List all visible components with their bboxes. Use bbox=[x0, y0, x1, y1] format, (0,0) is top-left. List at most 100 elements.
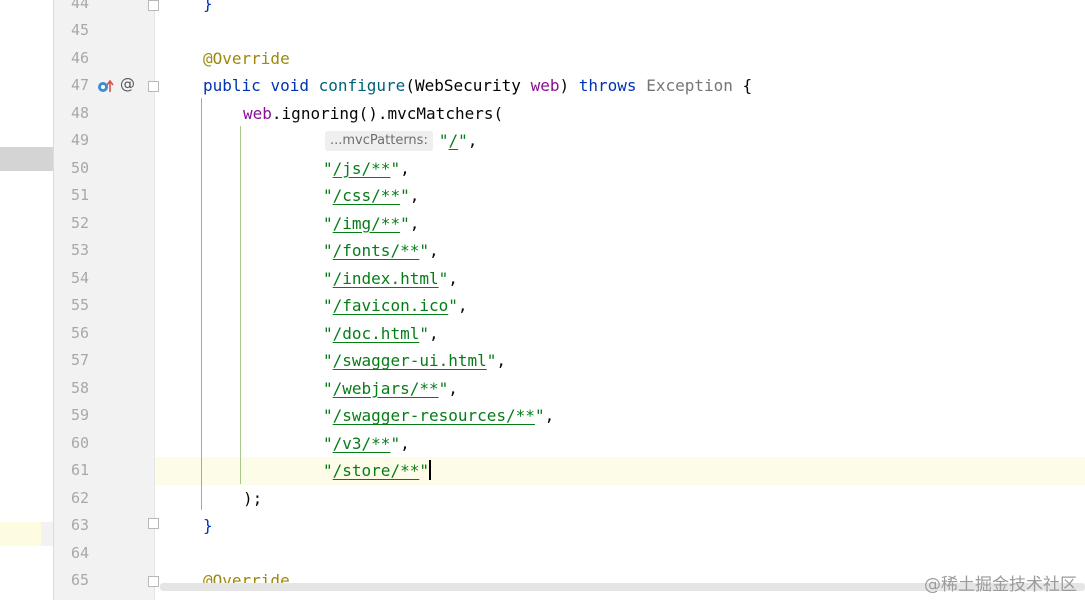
quote: " bbox=[323, 268, 333, 288]
line-number[interactable]: 49 bbox=[54, 127, 89, 155]
object-ref: web bbox=[243, 103, 272, 123]
quote: " bbox=[323, 158, 333, 178]
string-path: /css/** bbox=[332, 186, 401, 205]
line-number[interactable]: 47 bbox=[54, 72, 89, 100]
quote: " bbox=[323, 378, 333, 398]
paren: ) bbox=[559, 76, 570, 95]
line-number[interactable]: 53 bbox=[54, 237, 89, 265]
code-line[interactable]: web.ignoring().mvcMatchers( bbox=[243, 100, 503, 128]
project-tree-highlight bbox=[0, 522, 41, 546]
line-number[interactable]: 61 bbox=[54, 457, 89, 485]
line-number[interactable]: 50 bbox=[54, 155, 89, 183]
string-path: /webjars/** bbox=[332, 378, 439, 398]
line-number[interactable]: 63 bbox=[54, 512, 89, 540]
paren: ( bbox=[405, 76, 415, 95]
keyword-throws: throws bbox=[578, 76, 637, 95]
quote: " bbox=[323, 186, 333, 205]
param-name: web bbox=[530, 76, 560, 95]
comma: , bbox=[428, 241, 439, 260]
line-number[interactable]: 46 bbox=[54, 45, 89, 73]
line-number[interactable]: 55 bbox=[54, 292, 89, 320]
quote: " bbox=[323, 241, 333, 260]
current-line-highlight bbox=[155, 457, 1085, 485]
line-number[interactable]: 44 bbox=[54, 0, 89, 17]
indent-guide-call bbox=[240, 126, 241, 484]
paren: ( bbox=[493, 103, 504, 123]
fold-marker[interactable] bbox=[148, 576, 159, 587]
method-call: mvcMatchers bbox=[387, 103, 494, 123]
line-number[interactable]: 52 bbox=[54, 210, 89, 238]
code-line[interactable]: "/index.html", bbox=[323, 265, 458, 293]
comma: , bbox=[448, 268, 458, 288]
code-line[interactable]: @Override bbox=[203, 45, 290, 73]
opening-brace: { bbox=[742, 76, 753, 95]
code-line[interactable]: "/favicon.ico", bbox=[323, 292, 468, 320]
string-path: /img/** bbox=[332, 213, 401, 233]
comma: , bbox=[496, 351, 507, 370]
param-type: WebSecurity bbox=[414, 76, 521, 95]
code-line[interactable]: "/store/**" bbox=[323, 457, 431, 485]
keyword-public: public bbox=[203, 76, 261, 95]
code-line[interactable]: "/swagger-resources/**", bbox=[323, 402, 554, 430]
line-number[interactable]: 45 bbox=[54, 17, 89, 45]
string-path: / bbox=[448, 131, 459, 150]
line-number[interactable]: 59 bbox=[54, 402, 89, 430]
fold-marker[interactable] bbox=[148, 0, 159, 11]
string-path: /fonts/** bbox=[332, 241, 420, 260]
closing-brace: } bbox=[203, 516, 213, 535]
code-line[interactable]: "/v3/**", bbox=[323, 430, 410, 458]
parameter-hint: ...mvcPatterns: bbox=[325, 131, 433, 151]
at-annotation-icon[interactable]: @ bbox=[120, 76, 135, 92]
code-line[interactable]: } bbox=[203, 0, 213, 17]
code-line[interactable]: "/css/**", bbox=[323, 182, 419, 210]
quote: " bbox=[400, 213, 410, 233]
fold-marker[interactable] bbox=[148, 81, 159, 92]
comma: , bbox=[400, 158, 410, 178]
comma: , bbox=[544, 406, 555, 425]
code-line[interactable]: "/doc.html", bbox=[323, 320, 439, 348]
line-number[interactable]: 58 bbox=[54, 375, 89, 403]
line-number[interactable]: 48 bbox=[54, 100, 89, 128]
line-number[interactable]: 60 bbox=[54, 430, 89, 458]
fold-marker[interactable] bbox=[148, 518, 159, 529]
comma: , bbox=[457, 296, 468, 315]
quote: " bbox=[323, 213, 333, 233]
code-line[interactable]: ...mvcPatterns: "/", bbox=[325, 127, 477, 155]
string-path: /index.html bbox=[332, 268, 439, 288]
code-line[interactable]: "/webjars/**", bbox=[323, 375, 458, 403]
comma: , bbox=[428, 323, 439, 343]
quote: " bbox=[323, 323, 333, 343]
line-number[interactable]: 51 bbox=[54, 182, 89, 210]
code-line[interactable]: "/fonts/**", bbox=[323, 237, 439, 265]
string-path: /doc.html bbox=[332, 323, 420, 343]
code-line[interactable]: ); bbox=[243, 485, 262, 513]
line-number[interactable]: 54 bbox=[54, 265, 89, 293]
code-line[interactable]: } bbox=[203, 512, 213, 540]
code-line[interactable]: "/js/**", bbox=[323, 155, 410, 183]
line-number[interactable]: 57 bbox=[54, 347, 89, 375]
method-call: ignoring bbox=[281, 103, 359, 123]
line-number[interactable]: 62 bbox=[54, 485, 89, 513]
string-path: /store/** bbox=[332, 461, 420, 480]
override-up-arrow-icon[interactable] bbox=[97, 78, 115, 99]
method-name: configure bbox=[318, 76, 406, 95]
keyword-void: void bbox=[270, 76, 309, 95]
line-number[interactable]: 56 bbox=[54, 320, 89, 348]
quote: " bbox=[400, 186, 410, 205]
quote: " bbox=[323, 296, 333, 315]
line-number[interactable]: 65 bbox=[54, 567, 89, 595]
code-line[interactable]: public void configure(WebSecurity web) t… bbox=[203, 72, 752, 100]
string-path: /js/** bbox=[332, 158, 391, 178]
indent-guide-method bbox=[201, 98, 202, 510]
line-number[interactable]: 64 bbox=[54, 540, 89, 568]
code-line[interactable]: "/swagger-ui.html", bbox=[323, 347, 506, 375]
quote: " bbox=[486, 351, 497, 370]
exception-type: Exception bbox=[646, 76, 733, 95]
code-line[interactable]: "/img/**", bbox=[323, 210, 419, 238]
closing-brace: } bbox=[203, 0, 213, 13]
project-tree-highlight-edge bbox=[41, 522, 53, 546]
project-tree-selection[interactable] bbox=[0, 147, 53, 171]
quote: " bbox=[438, 268, 449, 288]
comma: , bbox=[448, 378, 458, 398]
quote: " bbox=[419, 461, 429, 480]
